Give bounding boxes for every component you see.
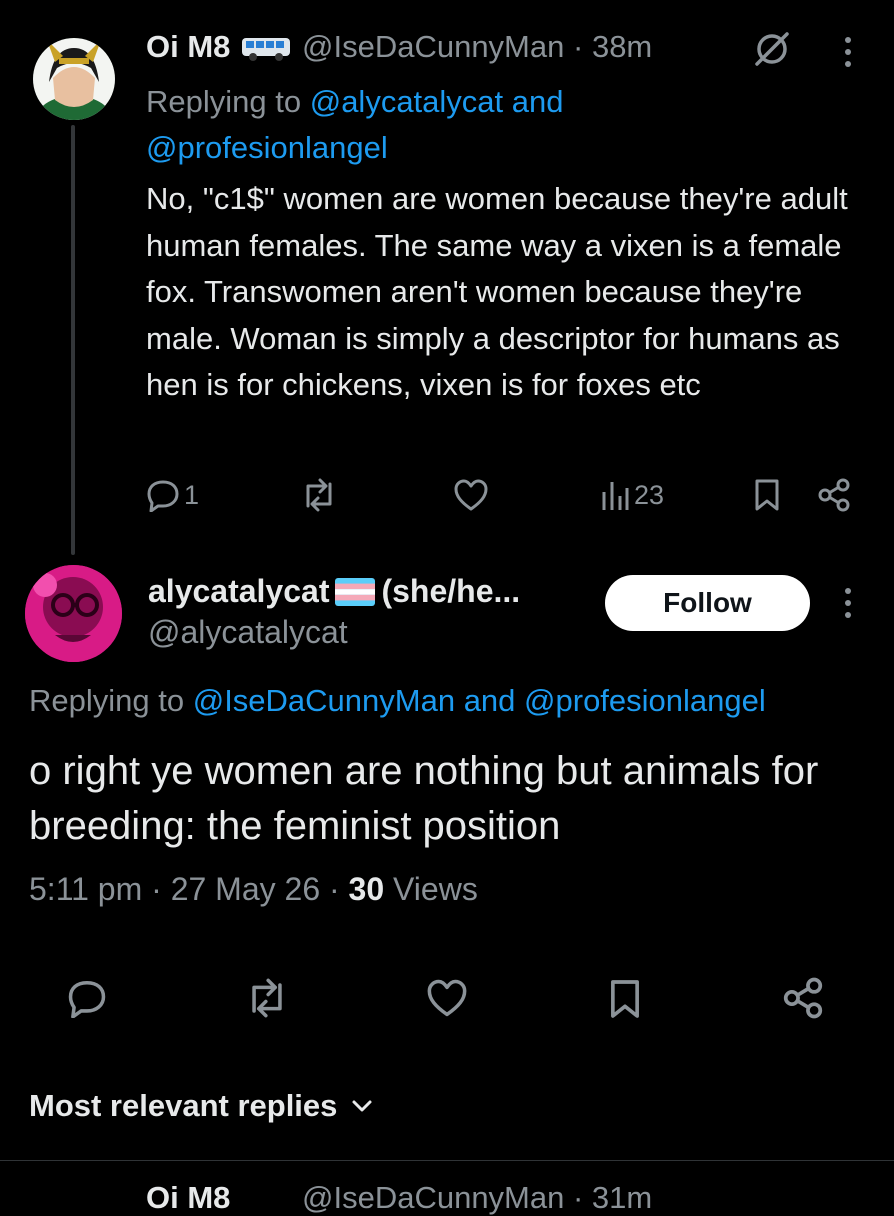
replying-to: Replying to @alycatalycat and @profesion… xyxy=(146,84,564,165)
tweet-time: 5:11 pm xyxy=(29,871,143,907)
avatar[interactable] xyxy=(33,38,115,120)
transgender-flag-icon xyxy=(335,577,376,606)
like-icon[interactable] xyxy=(453,478,489,512)
like-icon[interactable] xyxy=(425,978,469,1018)
share-icon[interactable] xyxy=(782,977,824,1019)
mention-link[interactable]: @IseDaCunnyMan and @profesionlangel xyxy=(193,683,766,718)
tweet-meta: 5:11 pm · 27 May 26 · 30 Views xyxy=(29,871,478,907)
next-reply-author-name[interactable]: Oi M8 xyxy=(146,1180,230,1216)
reply-icon[interactable] xyxy=(66,978,108,1018)
views-button[interactable]: 23 xyxy=(600,478,664,512)
reply-button[interactable]: 1 xyxy=(146,478,199,512)
bookmark-icon[interactable] xyxy=(753,478,781,512)
tweet-text: No, "c1$" women are women because they'r… xyxy=(146,181,848,402)
tweet-date: 27 May 26 xyxy=(170,871,321,907)
author-name[interactable]: Oi M8 xyxy=(146,29,291,65)
thread-line xyxy=(71,125,75,555)
more-options-icon[interactable] xyxy=(838,32,858,72)
mention-link[interactable]: @profesionlangel xyxy=(146,130,388,165)
share-icon[interactable] xyxy=(817,478,851,512)
bus-emoji-icon xyxy=(241,36,291,62)
chevron-down-icon xyxy=(351,1098,373,1114)
analytics-icon xyxy=(600,478,630,512)
author-name[interactable]: alycatalycat (she/he... xyxy=(148,573,520,610)
reply-icon xyxy=(146,478,180,512)
avatar[interactable] xyxy=(25,565,122,662)
author-handle-time[interactable]: @IseDaCunnyMan · 38m xyxy=(302,29,652,65)
retweet-icon[interactable] xyxy=(300,478,338,512)
follow-button[interactable]: Follow xyxy=(605,575,810,631)
replies-sort-dropdown[interactable]: Most relevant replies xyxy=(29,1088,373,1124)
divider xyxy=(0,1160,894,1161)
grok-icon[interactable] xyxy=(752,29,792,69)
mention-link[interactable]: @alycatalycat and xyxy=(310,84,564,119)
more-options-icon[interactable] xyxy=(838,583,858,623)
replying-to: Replying to @IseDaCunnyMan and @profesio… xyxy=(29,683,766,718)
author-handle[interactable]: @alycatalycat xyxy=(148,614,348,651)
retweet-icon[interactable] xyxy=(244,978,290,1018)
views-count[interactable]: 30 xyxy=(349,871,385,907)
next-reply-handle[interactable]: @IseDaCunnyMan · 31m xyxy=(302,1180,652,1216)
tweet-text: o right ye women are nothing but animals… xyxy=(29,749,819,848)
bookmark-icon[interactable] xyxy=(608,978,642,1020)
views-label[interactable]: Views xyxy=(393,871,478,907)
